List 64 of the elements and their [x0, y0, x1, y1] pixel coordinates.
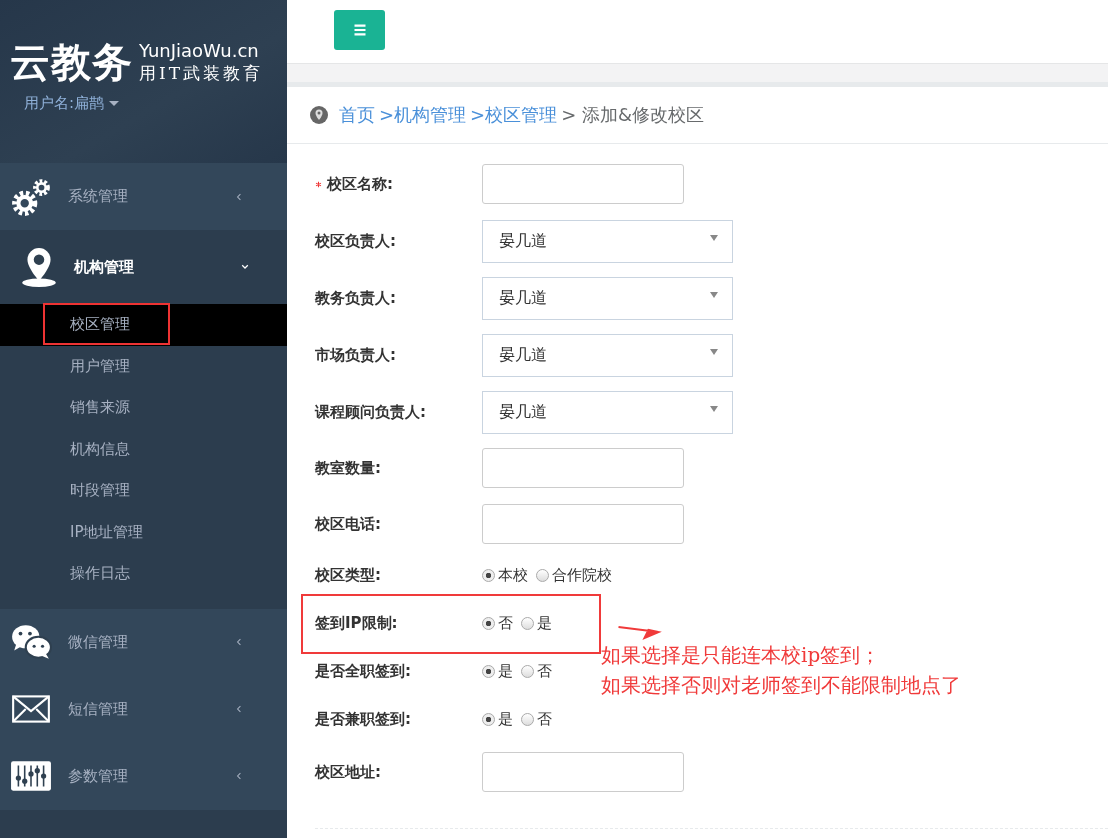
- radio-label: 否: [537, 709, 552, 729]
- logo-slogan: 用IT武装教育: [139, 62, 264, 84]
- menu-item[interactable]: 短信管理: [0, 675, 287, 743]
- field-label: 市场负责人:: [315, 346, 396, 365]
- field-label: 校区负责人:: [315, 232, 396, 251]
- field-label: 教室数量:: [315, 458, 381, 478]
- breadcrumb-link[interactable]: >机构管理: [379, 103, 467, 127]
- field-label: 签到IP限制:: [315, 613, 398, 633]
- location-icon: [309, 105, 329, 125]
- field-label: 教务负责人:: [315, 289, 396, 308]
- dropdown[interactable]: 晏几道: [482, 277, 733, 320]
- user-menu[interactable]: 用户名:扁鹊: [24, 94, 120, 113]
- text-input[interactable]: [482, 504, 684, 544]
- logo-domain: YunJiaoWu.cn: [139, 40, 260, 62]
- field-label: 校区地址:: [315, 762, 381, 782]
- breadcrumb-link[interactable]: 首页: [339, 103, 375, 127]
- caret-icon: [710, 235, 718, 241]
- radio-label: 是: [537, 613, 552, 633]
- radio-label: 是: [498, 661, 513, 681]
- field-label: 课程顾问负责人:: [315, 403, 426, 422]
- menu-button[interactable]: [334, 10, 385, 50]
- radio-button[interactable]: [482, 664, 495, 678]
- submenu-item[interactable]: 机构信息: [0, 428, 287, 470]
- radio-button[interactable]: [482, 568, 495, 582]
- field-label: 是否兼职签到:: [315, 709, 411, 729]
- radio-button[interactable]: [482, 616, 495, 630]
- submenu-item[interactable]: IP地址管理: [0, 511, 287, 553]
- radio-label: 合作院校: [552, 565, 612, 585]
- menu-item[interactable]: 参数管理: [0, 742, 287, 810]
- dropdown[interactable]: 晏几道: [482, 391, 733, 434]
- radio-button[interactable]: [521, 664, 534, 678]
- submenu-item[interactable]: 操作日志: [0, 553, 287, 595]
- caret-icon: [109, 101, 120, 106]
- field-label: 校区电话:: [315, 514, 381, 534]
- text-input[interactable]: [482, 752, 684, 792]
- annotation-text: 如果选择是只能连本校ip签到；: [601, 642, 882, 669]
- menu-item[interactable]: 微信管理: [0, 608, 287, 676]
- radio-label: 否: [498, 613, 513, 633]
- caret-icon: [710, 292, 718, 298]
- caret-icon: [710, 349, 718, 355]
- submenu-item[interactable]: 销售来源: [0, 387, 287, 429]
- menu-item[interactable]: 系统管理: [0, 163, 287, 230]
- dropdown[interactable]: 晏几道: [482, 334, 733, 377]
- field-label: 校区名称:: [327, 174, 393, 194]
- logo-title: 云教务: [10, 38, 133, 86]
- text-input[interactable]: [482, 164, 684, 204]
- dropdown[interactable]: 晏几道: [482, 220, 733, 263]
- submenu-item[interactable]: 时段管理: [0, 470, 287, 512]
- submenu-item[interactable]: 校区管理: [0, 304, 287, 346]
- submenu-item[interactable]: 用户管理: [0, 345, 287, 387]
- field-label: 校区类型:: [315, 565, 381, 585]
- caret-icon: [710, 406, 718, 412]
- radio-button[interactable]: [482, 712, 495, 726]
- radio-label: 本校: [498, 565, 528, 585]
- radio-button[interactable]: [521, 712, 534, 726]
- radio-label: 否: [537, 661, 552, 681]
- radio-label: 是: [498, 709, 513, 729]
- annotation-text: 如果选择否则对老师签到不能限制地点了: [601, 672, 961, 699]
- radio-button[interactable]: [521, 616, 534, 630]
- breadcrumb-current: > 添加&修改校区: [561, 103, 705, 127]
- breadcrumb-link[interactable]: >校区管理: [470, 103, 558, 127]
- text-input[interactable]: [482, 448, 684, 488]
- radio-button[interactable]: [536, 568, 549, 582]
- field-label: 是否全职签到:: [315, 661, 411, 681]
